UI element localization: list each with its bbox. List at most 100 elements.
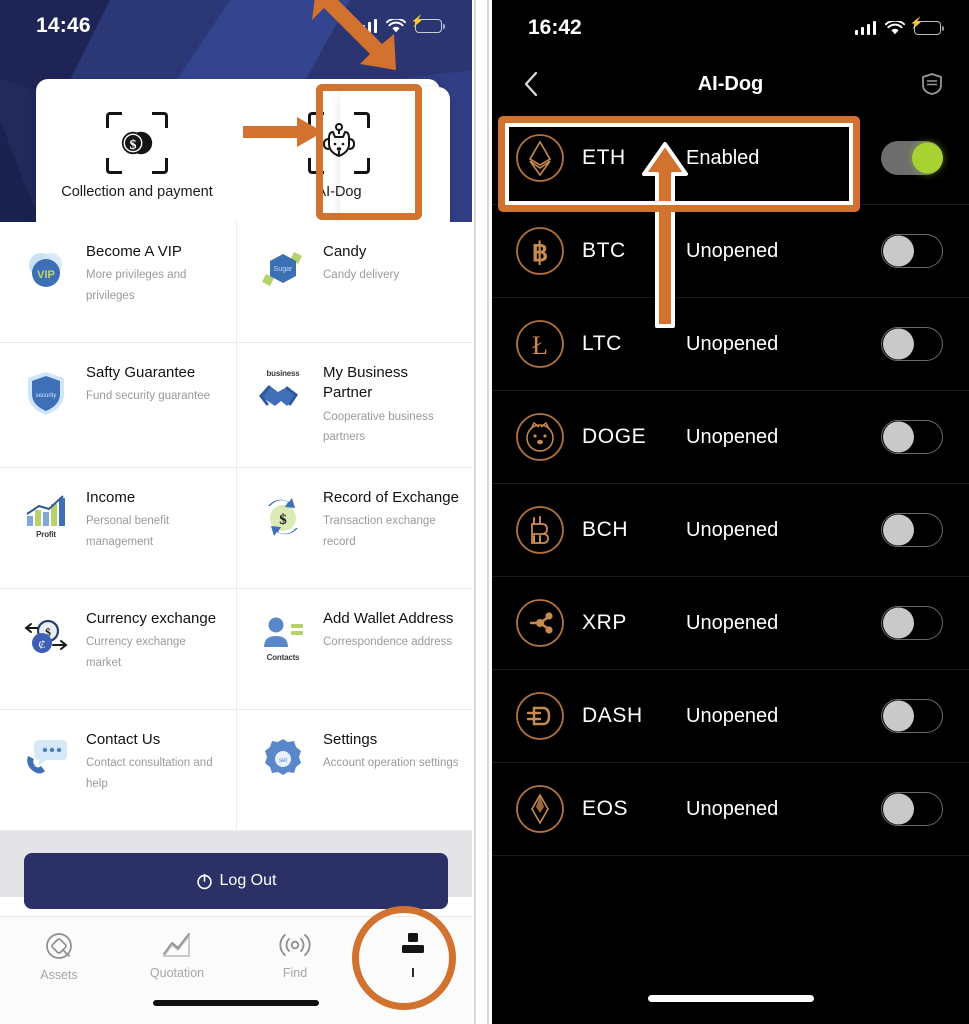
coin-toggle[interactable] — [881, 327, 943, 361]
left-phone-screen: 14:46 ⚡ $ Collection and payment AI-Dog … — [0, 0, 472, 1024]
menu-item-title: Currency exchange — [86, 610, 217, 628]
currency-swap-icon: $ ₡ — [18, 609, 74, 657]
phone-chat-bubble-icon — [18, 730, 74, 776]
log-out-button[interactable]: Log Out — [24, 853, 448, 910]
menu-item-contact-us[interactable]: Contact Us Contact consultation and help — [0, 710, 236, 830]
coin-row-xrp[interactable]: XRP Unopened — [492, 577, 969, 670]
coin-toggle[interactable] — [881, 141, 943, 175]
menu-row: VIP Become A VIP More privileges and pri… — [0, 222, 472, 343]
tab-assets[interactable]: Assets — [0, 931, 118, 982]
menu-item-subtitle: Candy delivery — [323, 269, 400, 282]
coin-row-btc[interactable]: ฿ BTC Unopened — [492, 205, 969, 298]
coin-status: Unopened — [686, 797, 779, 820]
power-icon — [196, 873, 212, 889]
menu-item-subtitle: Contact consultation and help — [86, 757, 213, 790]
shield-badge-icon[interactable] — [917, 69, 947, 99]
coin-toggle[interactable] — [881, 420, 943, 454]
menu-item-settings[interactable]: set Settings Account operation settings — [236, 710, 472, 831]
menu-item-title: Contact Us — [86, 731, 161, 749]
battery-charging-icon: ⚡ — [910, 18, 944, 35]
icon-caption: Contacts — [266, 653, 300, 663]
coin-toggle[interactable] — [881, 513, 943, 547]
vip-badge-icon: VIP — [18, 242, 74, 294]
coin-status: Unopened — [686, 239, 779, 262]
coin-row-dash[interactable]: DASH Unopened — [492, 670, 969, 763]
menu-item-title: Record of Exchange — [323, 489, 459, 507]
coin-row-doge[interactable]: DOGE Unopened — [492, 391, 969, 484]
coin-toggle[interactable] — [881, 699, 943, 733]
status-bar-right: 16:42 ⚡ — [492, 0, 969, 56]
annotation-arrow-to-ai-dog — [243, 117, 323, 147]
menu-row: Profit Income Personal benefit managemen… — [0, 468, 472, 590]
coin-toggle[interactable] — [881, 234, 943, 268]
exchange-arrows-dollar-icon: $ — [255, 488, 311, 540]
menu-item-my-business-partner[interactable]: business My Business Partner Cooperative… — [236, 343, 472, 468]
tab-quotation[interactable]: Quotation — [118, 931, 236, 980]
handshake-icon: business — [255, 363, 311, 412]
svg-text:set: set — [279, 758, 287, 764]
tab-profile[interactable]: I — [354, 931, 472, 980]
coin-symbol: BCH — [582, 518, 629, 541]
svg-text:Sugar: Sugar — [274, 266, 293, 273]
coin-toggle[interactable] — [881, 792, 943, 826]
status-time: 16:42 — [528, 16, 582, 39]
dogecoin-icon — [514, 411, 566, 463]
annotation-arrow-to-profile-tab — [312, 0, 396, 70]
menu-item-record-of-exchange[interactable]: $ Record of Exchange Transaction exchang… — [236, 468, 472, 589]
tab-find[interactable]: Find — [236, 931, 354, 980]
quick-action-label: Collection and payment — [61, 183, 213, 200]
coin-row-eth[interactable]: ETH Enabled — [492, 112, 969, 205]
coin-row-ltc[interactable]: Ł LTC Unopened — [492, 298, 969, 391]
home-indicator — [153, 1000, 319, 1006]
candy-hexagon-icon: Sugar — [255, 242, 311, 290]
menu-item-subtitle: Cooperative business partners — [323, 410, 434, 443]
svg-text:₡: ₡ — [39, 640, 46, 651]
coin-status: Unopened — [686, 425, 779, 448]
menu-item-add-wallet-address[interactable]: Contacts Add Wallet Address Corresponden… — [236, 589, 472, 710]
coin-status: Unopened — [686, 518, 779, 541]
bottom-tab-bar: Assets Quotation Find I — [0, 916, 472, 1024]
shield-security-icon: security — [18, 363, 74, 419]
bitcoin-icon: ฿ — [514, 225, 566, 277]
menu-item-title: Become A VIP — [86, 243, 182, 260]
coin-symbol: XRP — [582, 611, 627, 634]
svg-text:฿: ฿ — [532, 238, 549, 267]
contact-person-icon: Contacts — [255, 609, 311, 662]
menu-item-title: Candy — [323, 243, 367, 260]
menu-item-become-a-vip[interactable]: VIP Become A VIP More privileges and pri… — [0, 222, 236, 342]
menu-item-candy[interactable]: Sugar Candy Candy delivery — [236, 222, 472, 342]
menu-item-subtitle: More privileges and privileges — [86, 269, 187, 302]
menu-item-subtitle: Fund security guarantee — [86, 390, 211, 403]
screenshot-root: 14:46 ⚡ $ Collection and payment AI-Dog … — [0, 0, 969, 1024]
quick-action-label: AI-Dog — [316, 183, 362, 200]
coin-row-bch[interactable]: BCH Unopened — [492, 484, 969, 577]
menu-item-title: Safty Guarantee — [86, 364, 196, 381]
coin-toggle[interactable] — [881, 606, 943, 640]
menu-item-subtitle: Transaction exchange record — [323, 515, 436, 548]
svg-text:$: $ — [279, 512, 287, 528]
svg-text:VIP: VIP — [37, 269, 55, 281]
assets-diamond-icon — [46, 933, 72, 959]
menu-item-subtitle: Correspondence address — [323, 636, 453, 649]
ethereum-icon — [514, 132, 566, 184]
menu-item-safty-guarantee[interactable]: security Safty Guarantee Fund security g… — [0, 343, 236, 467]
coin-symbol: LTC — [582, 332, 622, 355]
eos-icon — [514, 783, 566, 835]
tab-label: Find — [282, 966, 308, 980]
menu-item-title: Settings — [323, 731, 378, 749]
menu-row: security Safty Guarantee Fund security g… — [0, 343, 472, 469]
menu-row: Contact Us Contact consultation and help… — [0, 710, 472, 832]
dash-icon — [514, 690, 566, 742]
signal-bars-icon — [854, 21, 876, 35]
profile-menu-grid: VIP Become A VIP More privileges and pri… — [0, 222, 472, 832]
coin-row-eos[interactable]: EOS Unopened — [492, 763, 969, 856]
litecoin-icon: Ł — [514, 318, 566, 370]
menu-item-income[interactable]: Profit Income Personal benefit managemen… — [0, 468, 236, 588]
quick-action-collection-payment[interactable]: $ Collection and payment — [36, 79, 238, 222]
menu-item-subtitle: Currency exchange market — [86, 636, 186, 669]
menu-item-currency-exchange[interactable]: $ ₡ Currency exchange Currency exchange … — [0, 589, 236, 709]
ripple-icon — [514, 597, 566, 649]
chevron-left-icon[interactable] — [514, 67, 548, 101]
logout-section: Log Out — [0, 831, 472, 910]
coin-status: Enabled — [686, 146, 760, 169]
